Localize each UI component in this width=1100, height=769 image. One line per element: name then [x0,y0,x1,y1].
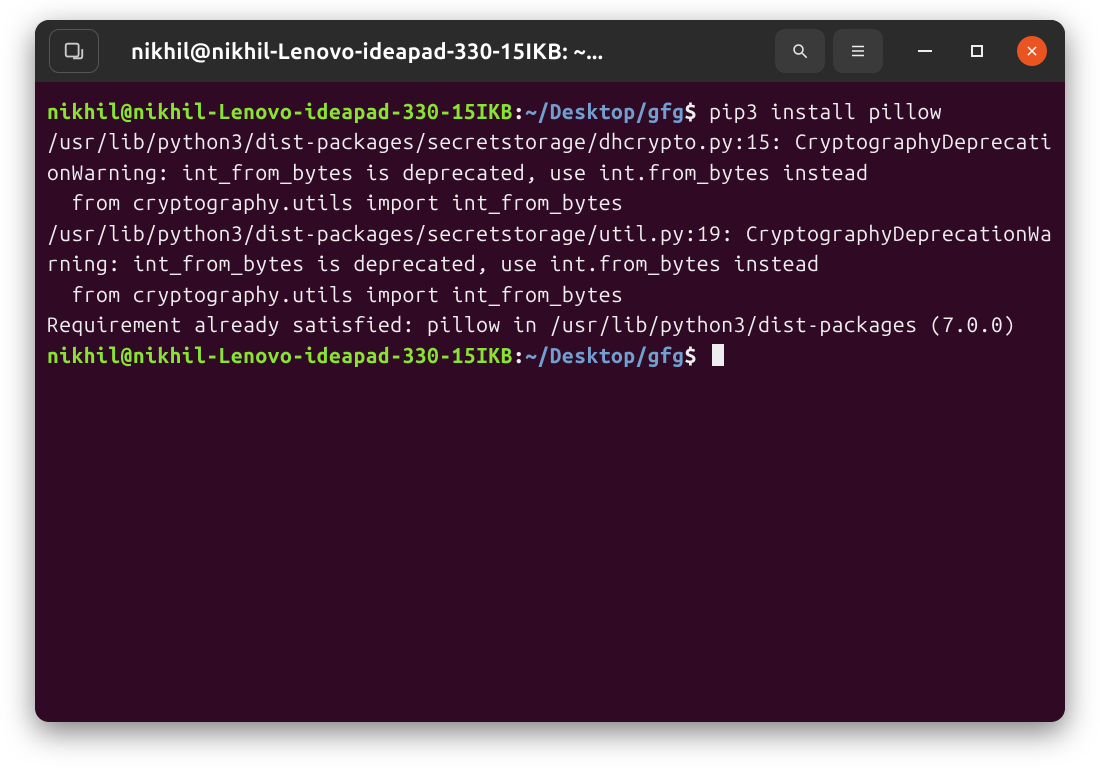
terminal-window: nikhil@nikhil-Lenovo-ideapad-330-15IKB: … [35,20,1065,722]
prompt-symbol: $ [685,99,697,123]
hamburger-icon [849,42,867,60]
prompt-path: ~/Desktop/gfg [525,99,684,123]
output-line: /usr/lib/python3/dist-packages/secretsto… [47,221,1052,275]
maximize-icon [971,45,983,57]
output-line: /usr/lib/python3/dist-packages/secretsto… [47,129,1052,183]
prompt-user-host: nikhil@nikhil-Lenovo-ideapad-330-15IKB [47,343,513,367]
window-title: nikhil@nikhil-Lenovo-ideapad-330-15IKB: … [131,39,603,64]
minimize-button[interactable] [913,39,937,63]
terminal-body[interactable]: nikhil@nikhil-Lenovo-ideapad-330-15IKB:~… [35,82,1065,722]
prompt-path: ~/Desktop/gfg [525,343,684,367]
new-tab-icon [63,40,85,62]
menu-button[interactable] [833,29,883,73]
prompt-symbol: $ [685,343,697,367]
minimize-icon [918,50,932,52]
output-line: Requirement already satisfied: pillow in… [47,312,1016,336]
command-text: pip3 install pillow [709,99,942,123]
titlebar: nikhil@nikhil-Lenovo-ideapad-330-15IKB: … [35,20,1065,82]
search-icon [791,42,809,60]
close-button[interactable] [1017,36,1047,66]
close-icon [1025,44,1039,58]
maximize-button[interactable] [965,39,989,63]
new-tab-button[interactable] [49,29,99,73]
output-line: from cryptography.utils import int_from_… [47,190,623,214]
cursor [712,344,724,366]
prompt-user-host: nikhil@nikhil-Lenovo-ideapad-330-15IKB [47,99,513,123]
prompt-colon: : [513,99,525,123]
output-line: from cryptography.utils import int_from_… [47,282,623,306]
prompt-colon: : [513,343,525,367]
search-button[interactable] [775,29,825,73]
